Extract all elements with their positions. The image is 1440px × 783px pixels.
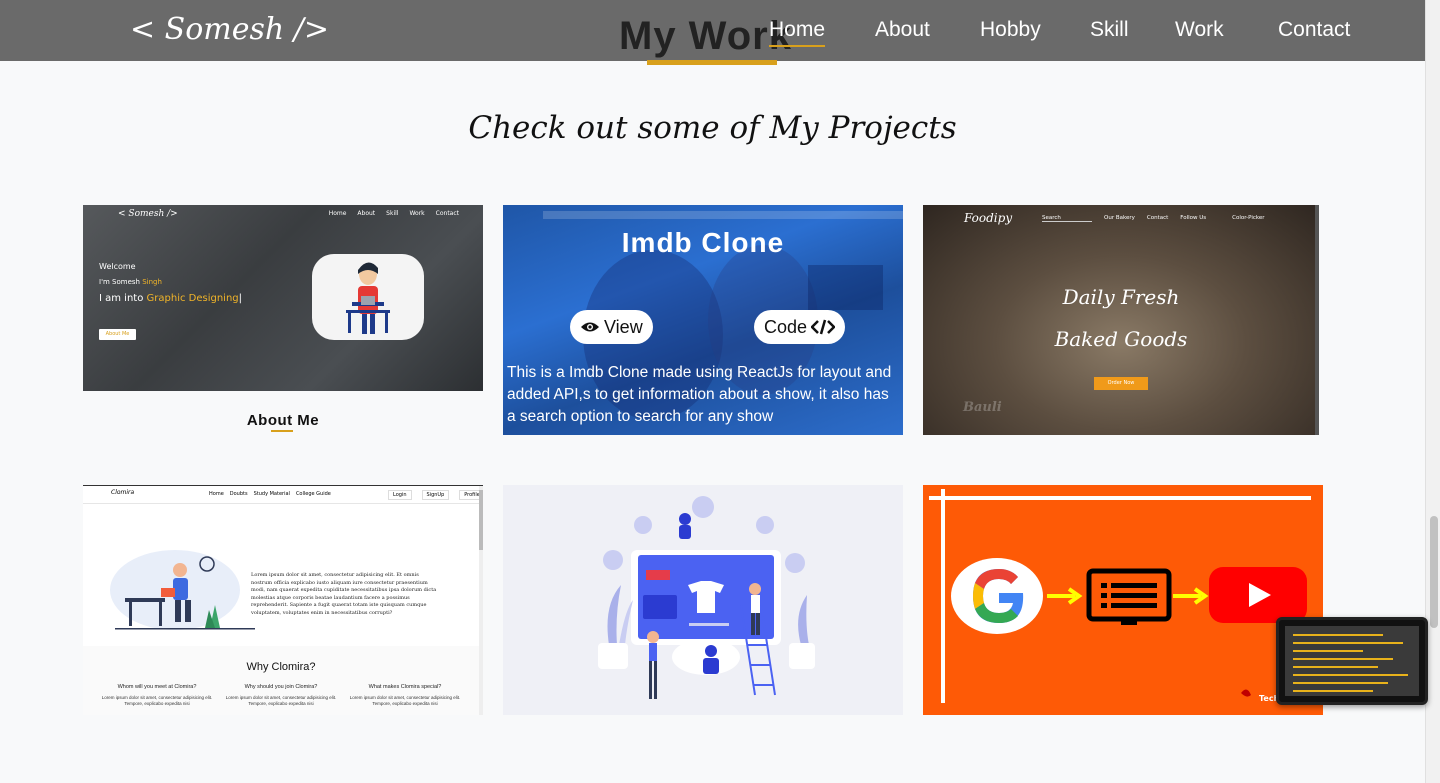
about-mini-nav-item: Skill: [386, 210, 399, 217]
foodipy-hero-line2: Baked Goods: [1054, 327, 1188, 351]
clomira-scrollbar: [479, 486, 483, 715]
scrollbar-thumb[interactable]: [1430, 516, 1438, 628]
about-mini-nav-item: Work: [409, 210, 425, 217]
ecommerce-illustration: [598, 496, 815, 699]
clomira-why-heading: Why Clomira?: [246, 661, 316, 673]
preview-bar: [1293, 674, 1408, 676]
projects-subtitle: Check out some of My Projects: [468, 110, 957, 146]
about-into-highlight: Graphic Designing: [146, 293, 239, 304]
clomira-column: What makes Clomira special? Lorem ipsum …: [345, 684, 465, 707]
nav-link-work[interactable]: Work: [1175, 18, 1224, 42]
clomira-nav-item: Home: [209, 491, 224, 497]
about-name-highlight: Singh: [142, 278, 162, 286]
about-mini-button: About Me: [99, 329, 136, 340]
imdb-description: This is a Imdb Clone made using ReactJs …: [507, 364, 892, 425]
nav-link-about[interactable]: About: [875, 18, 930, 42]
about-mini-brand: < Somesh />: [118, 209, 178, 219]
clomira-logo: Clomira: [111, 489, 135, 496]
preview-bar: [1293, 658, 1393, 660]
about-name-prefix: I'm Somesh: [99, 278, 143, 286]
foodipy-nav-item: Our Bakery: [1104, 215, 1135, 221]
clomira-mini-nav: Clomira Home Doubts Study Material Colle…: [83, 486, 483, 504]
project-card-clomira[interactable]: Clomira Home Doubts Study Material Colle…: [83, 485, 483, 715]
google-to-youtube-illustration: [951, 558, 1307, 697]
eye-icon: [581, 322, 599, 332]
project-card-youtube[interactable]: Tech: [923, 485, 1323, 715]
about-name-line: I'm Somesh Singh: [99, 278, 162, 286]
foodipy-hero-line1: Daily Fresh: [1062, 285, 1180, 309]
project-card-foodipy[interactable]: Foodipy Search Our Bakery Contact Follow…: [923, 205, 1319, 435]
floating-preview-thumbnail[interactable]: [1276, 617, 1428, 705]
preview-bar: [1293, 682, 1388, 684]
clomira-login: Login: [388, 490, 412, 500]
nav-link-contact[interactable]: Contact: [1278, 18, 1350, 42]
nav-links: Home About Hobby Skill Work Contact: [0, 18, 1425, 48]
foodipy-brand: Foodipy: [964, 211, 1013, 225]
preview-bar: [1293, 642, 1403, 644]
foodipy-search: Search: [1042, 215, 1092, 222]
clomira-lorem: Lorem ipsum dolor sit amet, consectetur …: [251, 572, 437, 616]
clomira-column: Whom will you meet at Clomira? Lorem ips…: [97, 684, 217, 707]
project-card-ecommerce[interactable]: [503, 485, 903, 715]
nav-link-hobby[interactable]: Hobby: [980, 18, 1041, 42]
floating-preview-content: [1285, 626, 1419, 696]
foodipy-nav-item: Contact: [1146, 215, 1169, 221]
clomira-hero: Lorem ipsum dolor sit amet, consectetur …: [83, 504, 479, 646]
clomira-nav-item: Doubts: [229, 491, 248, 497]
developer-illustration-svg: [346, 262, 390, 334]
about-mini-nav: Home About Skill Work Contact: [329, 210, 459, 217]
project-card-imdb[interactable]: Imdb Clone View Code This is a Imdb Clon…: [503, 205, 903, 435]
clomira-column-text: Lorem ipsum dolor sit amet, consectetur …: [101, 695, 213, 706]
clomira-column: Why should you join Clomira? Lorem ipsum…: [221, 684, 341, 707]
foodipy-watermark: Bauli: [963, 400, 1002, 415]
clomira-signup: SignUp: [421, 490, 450, 500]
preview-bar: [1293, 650, 1363, 652]
clomira-column-question: What makes Clomira special?: [368, 684, 442, 690]
developer-illustration: [312, 254, 424, 340]
clomira-nav-right: Login SignUp Profile: [388, 490, 483, 500]
imdb-code-label: Code: [764, 317, 808, 337]
imdb-code-button[interactable]: Code: [754, 310, 846, 344]
about-welcome: Welcome: [99, 262, 136, 271]
clomira-nav-item: Study Material: [253, 491, 290, 497]
clomira-nav-item: College Guide: [295, 491, 331, 497]
nav-link-home[interactable]: Home: [769, 18, 826, 47]
preview-bar: [1293, 690, 1373, 692]
clomira-column-text: Lorem ipsum dolor sit amet, consectetur …: [225, 695, 337, 706]
about-into-line: I am into Graphic Designing|: [99, 293, 243, 304]
about-mini-nav-item: Contact: [435, 210, 459, 217]
clomira-nav-links: Home Doubts Study Material College Guide: [209, 491, 331, 497]
foodipy-order-button: Order Now: [1094, 377, 1148, 390]
preview-bar: [1293, 666, 1378, 668]
student-illustration: [110, 550, 255, 630]
about-into-prefix: I am into: [99, 293, 147, 304]
foodipy-nav-item: Color-Picker: [1232, 215, 1265, 221]
clomira-column-question: Why should you join Clomira?: [244, 684, 318, 690]
clomira-column-question: Whom will you meet at Clomira?: [117, 684, 197, 690]
project-label-underline: [271, 430, 293, 432]
about-mini-nav-item: About: [357, 210, 376, 217]
section-title-underline: [647, 60, 777, 65]
foodipy-mini-nav: Search Our Bakery Contact Follow Us Colo…: [1042, 215, 1265, 222]
clomira-column-text: Lorem ipsum dolor sit amet, consectetur …: [349, 695, 461, 706]
code-icon: [811, 319, 836, 335]
nav-link-skill[interactable]: Skill: [1090, 18, 1129, 42]
about-mini-nav-item: Home: [328, 210, 347, 217]
imdb-title: Imdb Clone: [621, 227, 785, 258]
foodipy-nav-item: Follow Us: [1180, 215, 1207, 221]
preview-bar: [1293, 634, 1383, 636]
imdb-view-button[interactable]: View: [570, 310, 653, 344]
imdb-view-label: View: [604, 317, 643, 337]
project-card-about[interactable]: < Somesh /> Home About Skill Work Contac…: [83, 205, 483, 391]
project-label-about: About Me: [246, 412, 320, 429]
